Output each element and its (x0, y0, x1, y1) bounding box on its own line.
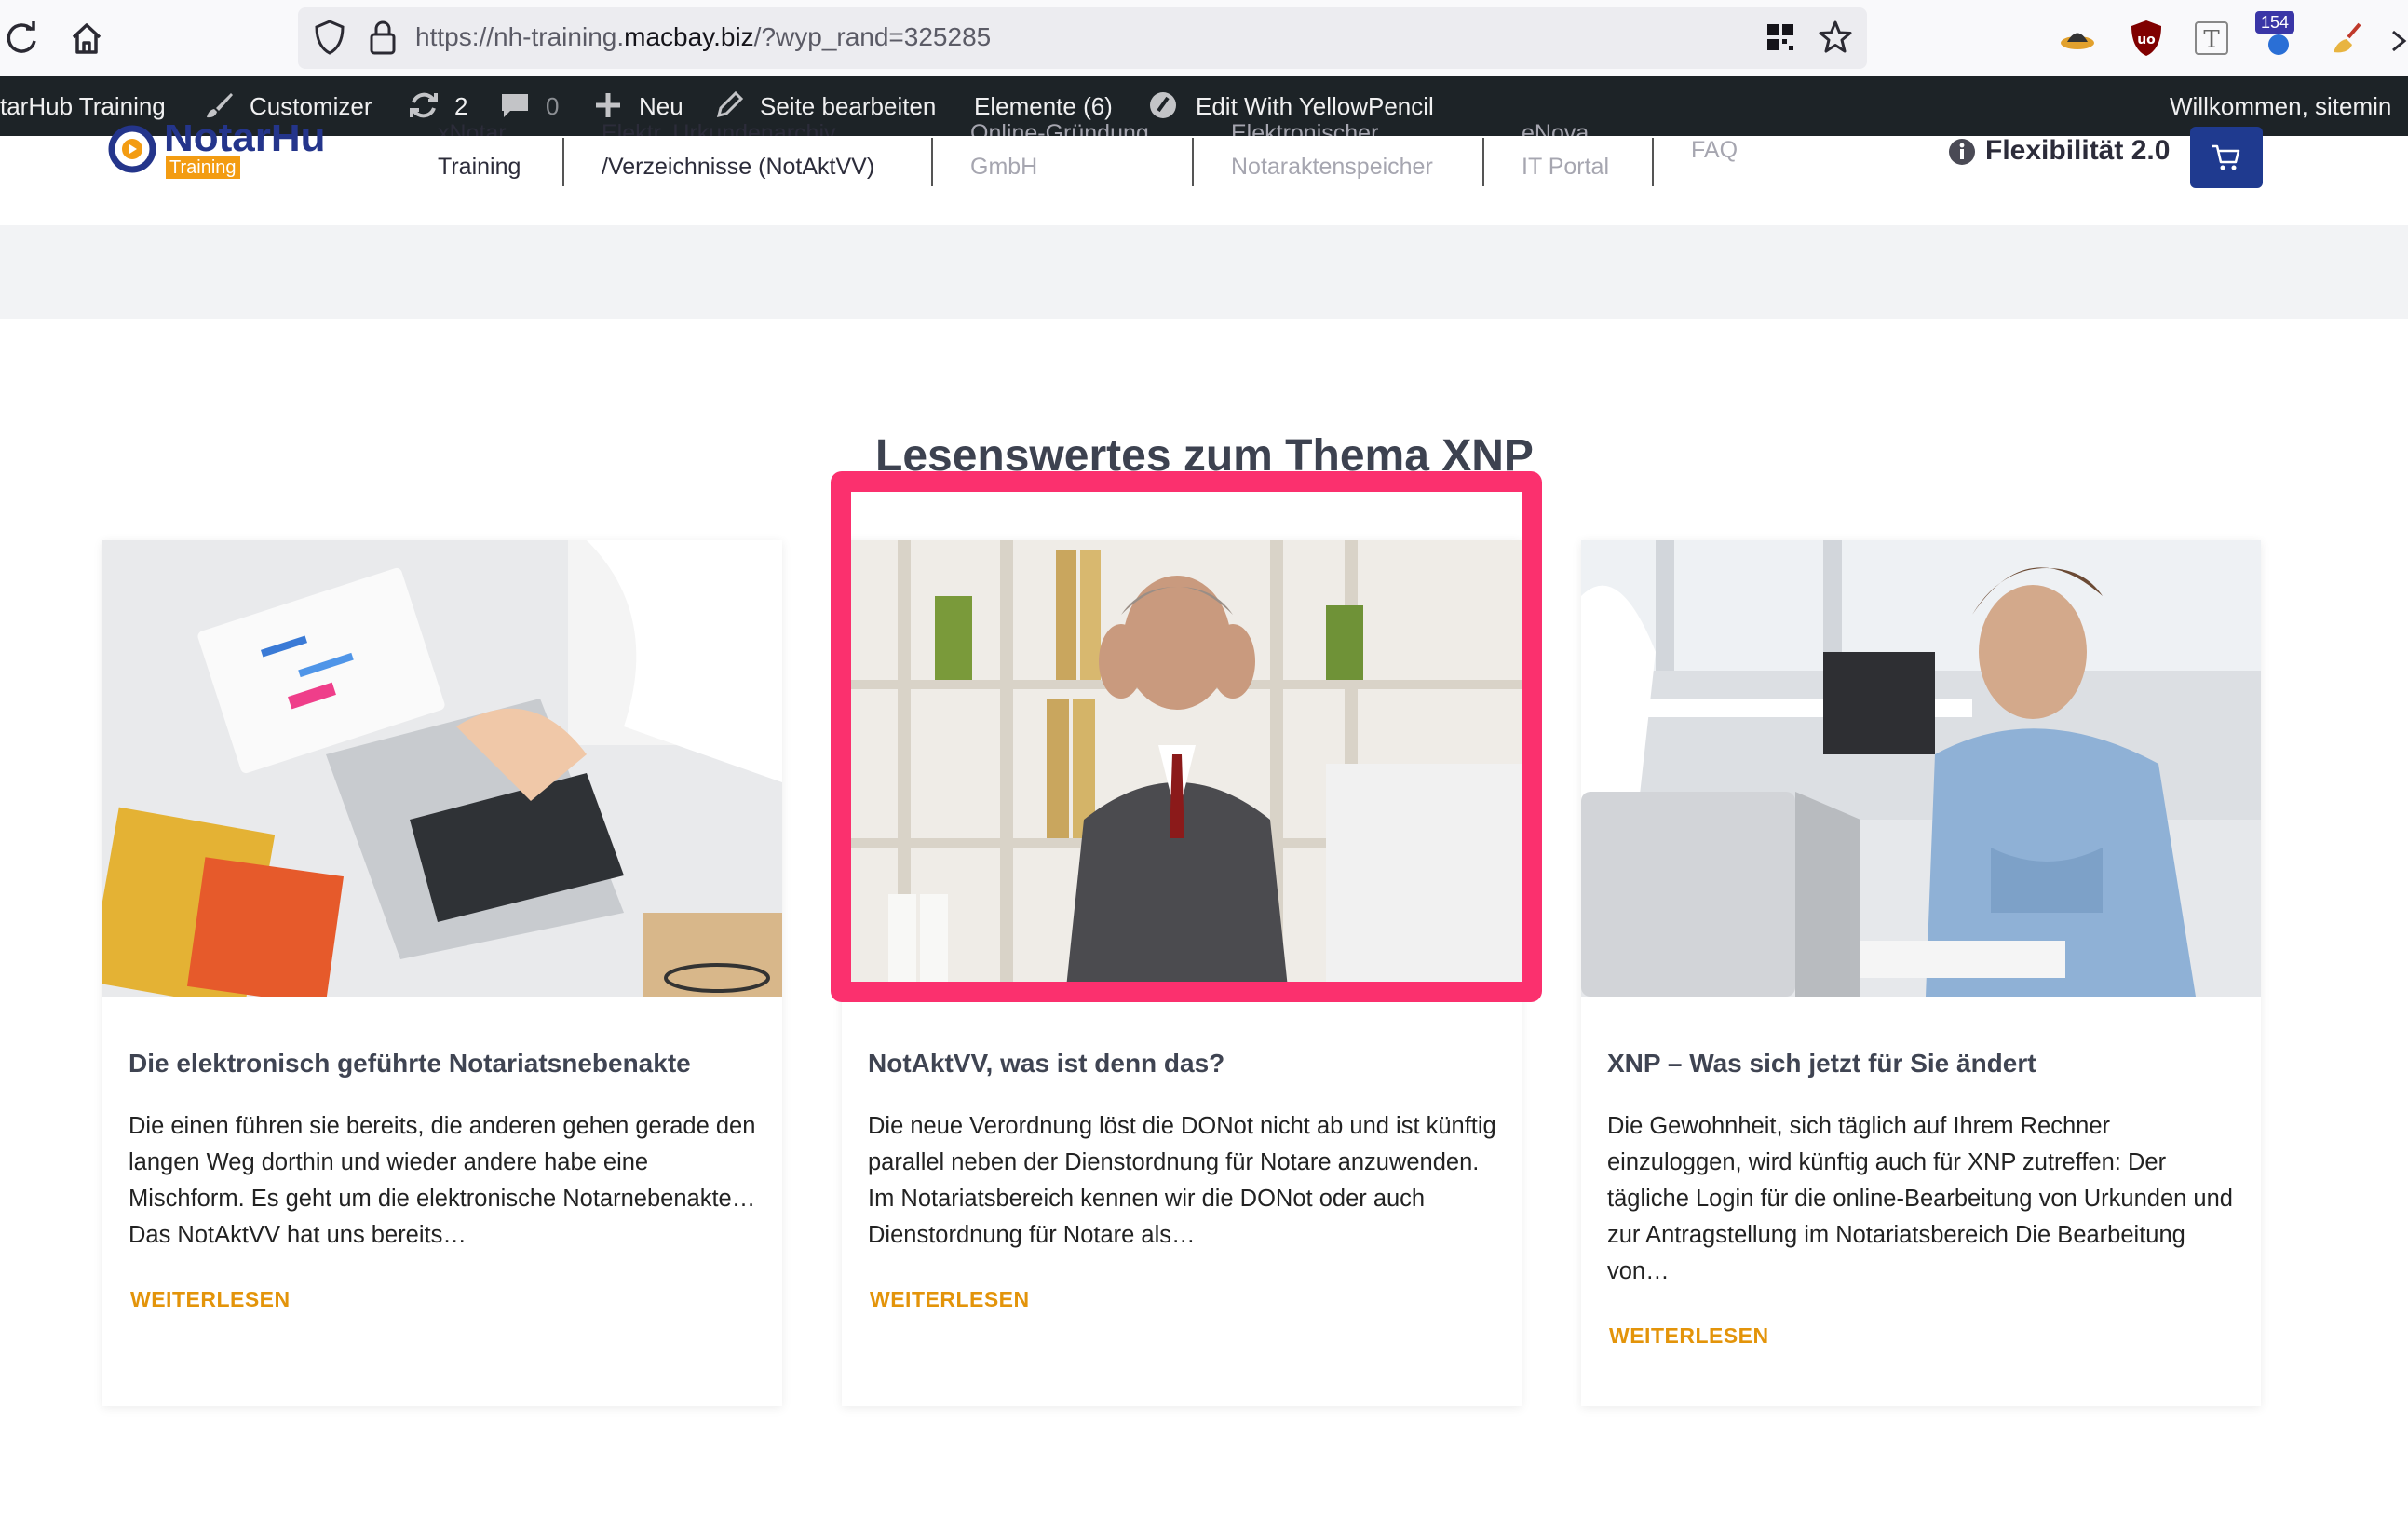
nav-divider (1652, 138, 1654, 186)
extension-badge: 154 (2255, 11, 2295, 34)
nav-item-xnotar-line1[interactable]: xNotar (438, 117, 507, 136)
reload-icon[interactable] (0, 17, 43, 60)
nav-divider (1482, 138, 1484, 186)
cart-button[interactable] (2190, 127, 2263, 188)
overflow-chevron-icon[interactable] (2389, 22, 2408, 60)
post-card: XNP – Was sich jetzt für Sie ändert Die … (1581, 540, 2261, 1406)
post-excerpt: Die neue Verordnung löst die DONot nicht… (868, 1113, 1496, 1248)
admin-comments-count[interactable]: 0 (546, 76, 559, 136)
highlight-box (831, 471, 1542, 1002)
logo-badge: Training (166, 156, 240, 179)
plus-icon[interactable] (592, 89, 624, 121)
comments-icon[interactable] (499, 89, 531, 121)
info-icon (1948, 138, 1976, 166)
updates-icon[interactable] (408, 89, 440, 121)
post-card: Die elektronisch geführte Notariatsneben… (102, 540, 782, 1406)
post-title[interactable]: NotAktVV, was ist denn das? (868, 1045, 1501, 1082)
nav-item-urkundenarchiv-line1[interactable]: Elektr. Urkundenarchiv (602, 117, 836, 136)
yellowpencil-icon (1147, 89, 1179, 121)
nav-item-label: /Verzeichnisse (NotAktVV) (602, 154, 875, 180)
read-more-link[interactable]: WEITERLESEN (870, 1287, 1030, 1312)
nav-divider (931, 138, 933, 186)
extension-hat-icon[interactable] (2056, 17, 2099, 60)
url-prefix: https://nh-training. (415, 22, 625, 51)
pencil-icon (713, 89, 745, 121)
logo-text: NotarHub (164, 125, 328, 160)
url-suffix: /?wyp_rand=325285 (753, 22, 992, 51)
paint-brush-icon (203, 89, 235, 121)
nav-item-gruendung[interactable]: GmbH (970, 136, 1037, 183)
nav-item-label: Notaraktenspeicher (1231, 154, 1433, 180)
post-image-man-at-computer[interactable] (1581, 540, 2261, 997)
nav-item-urkundenarchiv[interactable]: /Verzeichnisse (NotAktVV) (602, 136, 874, 183)
nav-item-label: Training (438, 154, 521, 180)
nav-divider (1192, 138, 1194, 186)
nav-item-notaraktenspeicher-line1[interactable]: Elektronischer (1231, 117, 1378, 136)
nav-item-notaraktenspeicher[interactable]: Notaraktenspeicher (1231, 136, 1433, 183)
url-domain: macbay.biz (624, 22, 754, 51)
tracking-protection-shield-icon[interactable] (313, 19, 346, 56)
text-extension-icon[interactable]: T (2190, 17, 2233, 60)
svg-text:T: T (2203, 26, 2220, 54)
read-more-link[interactable]: WEITERLESEN (130, 1287, 291, 1312)
qr-code-icon[interactable] (1765, 22, 1795, 52)
bookmark-star-icon[interactable] (1818, 19, 1853, 56)
nav-item-label: IT Portal (1522, 154, 1610, 180)
post-image-laptop[interactable] (102, 540, 782, 997)
nav-item-enova[interactable]: IT Portal (1522, 136, 1609, 183)
nav-item-faq[interactable]: FAQ (1691, 134, 1738, 166)
svg-text:uo: uo (2137, 33, 2156, 48)
post-title[interactable]: Die elektronisch geführte Notariatsneben… (129, 1045, 762, 1082)
home-icon[interactable] (63, 17, 110, 60)
nav-item-xnotar[interactable]: Training (438, 136, 521, 183)
url-text: https://nh-training.macbay.biz/?wyp_rand… (415, 19, 991, 56)
nav-item-enova-line1[interactable]: eNova (1522, 117, 1589, 136)
paint-brush-extension-icon[interactable] (2324, 17, 2367, 60)
nav-item-gruendung-line1[interactable]: Online-Gründung (970, 117, 1149, 136)
nav-divider (562, 138, 564, 186)
flexibilitaet-link[interactable]: Flexibilität 2.0 (1985, 132, 2170, 170)
post-excerpt: Die einen führen sie bereits, die andere… (129, 1113, 756, 1248)
post-title[interactable]: XNP – Was sich jetzt für Sie ändert (1607, 1045, 2240, 1082)
nav-item-label: GmbH (970, 154, 1038, 180)
read-more-link[interactable]: WEITERLESEN (1609, 1323, 1769, 1349)
post-excerpt: Die Gewohnheit, sich täglich auf Ihrem R… (1607, 1113, 2233, 1284)
shopping-cart-icon (2211, 142, 2242, 173)
lock-icon[interactable] (367, 17, 399, 58)
page-banner (0, 225, 2408, 319)
ublock-icon[interactable]: uo (2125, 17, 2168, 60)
site-logo[interactable]: NotarHub Training (104, 125, 328, 181)
